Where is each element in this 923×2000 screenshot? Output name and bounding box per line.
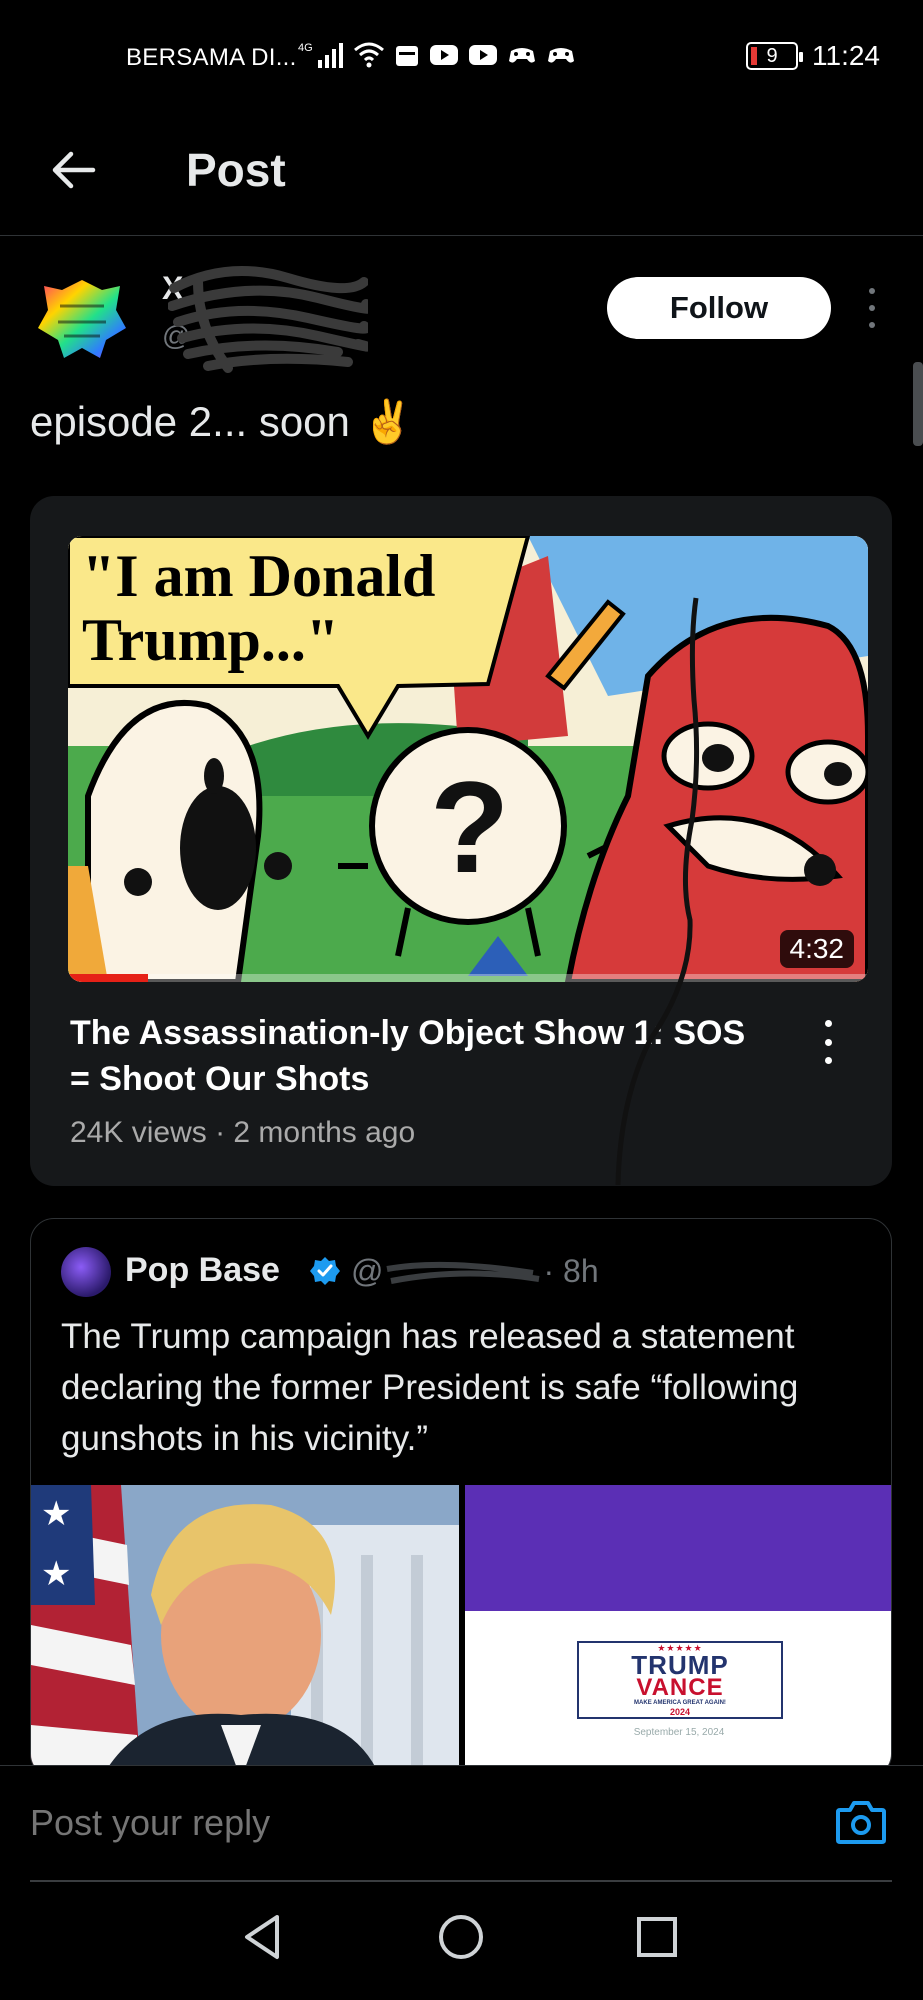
quoted-image-portrait[interactable]: ★ ★ [31, 1485, 459, 1777]
logo-line2: VANCE [636, 1673, 724, 1701]
quoted-handle-text: @ [351, 1253, 384, 1289]
logo-line1: TRUMP [631, 1649, 729, 1680]
reply-bar [0, 1765, 923, 1882]
svg-text:★: ★ [41, 1555, 71, 1593]
youtube-icon [429, 40, 459, 70]
svg-text:"I am Donald: "I am Donald [82, 543, 435, 609]
game-icon [507, 40, 537, 70]
verified-badge-icon [310, 1257, 340, 1285]
quoted-author-avatar[interactable] [61, 1247, 111, 1297]
handle-redaction-scribble [386, 1261, 540, 1284]
quoted-post[interactable]: Pop Base @ · 8h The Trump campaign has re… [30, 1218, 892, 1778]
quoted-author-handle: @ · 8h [351, 1253, 599, 1290]
thumbnail-illustration: "I am Donald Trump..." ? [68, 536, 868, 982]
quoted-author-name[interactable]: Pop Base [125, 1251, 280, 1290]
statement-date: September 15, 2024 [633, 1727, 725, 1738]
youtube-card[interactable]: "I am Donald Trump..." ? 4:32 The Assass… [30, 496, 892, 1186]
clock: 11:24 [812, 40, 880, 71]
calendar-icon [394, 40, 420, 70]
logo-slogan: MAKE AMERICA GREAT AGAIN! [634, 1699, 726, 1706]
svg-text:Trump...": Trump..." [82, 607, 339, 673]
quoted-image-statement[interactable]: ★★★★★ TRUMP VANCE MAKE AMERICA GREAT AGA… [465, 1485, 891, 1777]
square-recents-icon [637, 1917, 677, 1957]
redaction-scribble [168, 265, 368, 373]
carrier-label: BERSAMA DI... [126, 44, 297, 71]
video-thumbnail[interactable]: "I am Donald Trump..." ? 4:32 [68, 536, 868, 982]
svg-text:4G: 4G [298, 42, 313, 54]
status-icons: 4G [298, 40, 576, 70]
svg-text:?: ? [430, 754, 509, 900]
nav-home-button[interactable] [428, 1904, 494, 1970]
video-title[interactable]: The Assassination-ly Object Show 1: SOS … [70, 1010, 750, 1102]
reply-input[interactable] [30, 1802, 495, 1844]
top-app-bar: Post [0, 118, 923, 236]
scrollbar-thumb[interactable] [913, 362, 923, 446]
post-text: episode 2... soon ✌️ [30, 398, 414, 445]
battery-level: 9 [766, 44, 778, 67]
svg-text:★: ★ [41, 1495, 71, 1533]
video-meta: 24K views · 2 months ago [70, 1116, 416, 1149]
status-right: 9 11:24 [746, 40, 880, 72]
battery-icon: 9 [746, 42, 803, 70]
trump-vance-logo: ★★★★★ TRUMP VANCE MAKE AMERICA GREAT AGA… [577, 1641, 783, 1719]
author-avatar[interactable] [30, 266, 134, 370]
page-title: Post [186, 144, 286, 196]
wifi-icon [353, 40, 385, 70]
triangle-back-icon [245, 1915, 279, 1959]
statement-header-band [465, 1485, 891, 1611]
nav-back-button[interactable] [230, 1904, 296, 1970]
watch-progress-bar [68, 974, 868, 982]
portrait-photo: ★ ★ [31, 1485, 459, 1777]
post-more-button[interactable] [862, 288, 882, 328]
back-arrow-icon [52, 151, 96, 189]
logo-year: 2024 [669, 1706, 691, 1717]
video-duration: 4:32 [779, 930, 854, 968]
nav-recents-button[interactable] [624, 1904, 690, 1970]
watch-progress-fill [68, 974, 148, 982]
video-more-button[interactable] [820, 1020, 836, 1064]
game-icon-2 [546, 40, 576, 70]
status-bar: BERSAMA DI... 4G 9 11:24 [0, 0, 923, 118]
system-nav-bar [0, 1882, 923, 2000]
follow-button[interactable]: Follow [607, 277, 831, 339]
circle-home-icon [439, 1915, 483, 1959]
back-button[interactable] [44, 140, 104, 200]
quoted-post-time: · 8h [543, 1253, 599, 1289]
quoted-post-text: The Trump campaign has released a statem… [61, 1317, 799, 1458]
signal-icon: 4G [298, 40, 344, 70]
youtube-icon-2 [468, 40, 498, 70]
camera-icon[interactable] [834, 1796, 888, 1848]
